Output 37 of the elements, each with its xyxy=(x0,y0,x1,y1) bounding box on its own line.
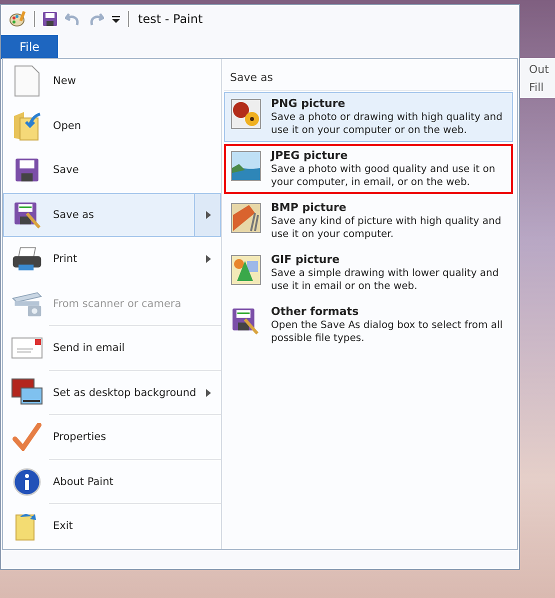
envelope-icon xyxy=(11,337,43,360)
menu-item[interactable]: Exit xyxy=(3,504,221,548)
ribbon-label[interactable]: Out xyxy=(529,64,555,76)
customize-dropdown-icon[interactable] xyxy=(111,14,121,24)
floppy-disk-pencil-icon xyxy=(13,200,41,229)
floppy-disk-pencil-icon xyxy=(231,307,259,335)
window-title: test - Paint xyxy=(138,12,203,26)
save-format-option[interactable]: PNG picture Save a photo or drawing with high quality and use it on your computer or on the web. xyxy=(224,92,513,142)
undo-icon[interactable] xyxy=(65,11,81,27)
save-format-option[interactable]: JPEG picture Save a photo with good quality and use it on your computer, in email, or on the web. xyxy=(224,144,513,194)
redo-icon[interactable] xyxy=(88,11,104,27)
file-tab[interactable]: File xyxy=(1,35,58,59)
pane-heading: Save as xyxy=(224,63,513,91)
menu-item[interactable]: Send in email xyxy=(3,326,221,370)
palette-icon[interactable] xyxy=(9,10,27,28)
checkmark-icon xyxy=(12,423,42,452)
shapes-picture-icon xyxy=(231,255,261,285)
menu-item[interactable]: Save xyxy=(3,148,221,192)
folder-icon xyxy=(12,110,42,142)
flowers-picture-icon xyxy=(231,99,261,129)
paintbrushes-picture-icon xyxy=(231,203,261,233)
scanner-camera-icon xyxy=(11,290,43,318)
ribbon-label[interactable]: Fill xyxy=(529,82,555,94)
menu-item[interactable]: Open xyxy=(3,104,221,148)
menu-item[interactable]: About Paint xyxy=(3,460,221,504)
menu-item[interactable]: Set as desktop background xyxy=(3,370,196,415)
printer-icon xyxy=(11,245,43,274)
menu-item[interactable]: Print xyxy=(3,237,195,282)
landscape-picture-icon xyxy=(231,151,261,181)
save-icon[interactable] xyxy=(42,11,58,27)
save-format-option[interactable]: Other formats Open the Save As dialog box to select from all possible file types. xyxy=(224,300,513,350)
save-format-option[interactable]: BMP picture Save any kind of picture with high quality and use it on your computer. xyxy=(224,196,513,246)
info-icon xyxy=(13,468,41,496)
blank-page-icon xyxy=(14,65,40,98)
menu-item[interactable]: Properties xyxy=(3,415,221,460)
save-format-option[interactable]: GIF picture Save a simple drawing with lower quality and use it in email or on the web. xyxy=(224,248,513,298)
menu-item[interactable]: New xyxy=(3,59,221,104)
